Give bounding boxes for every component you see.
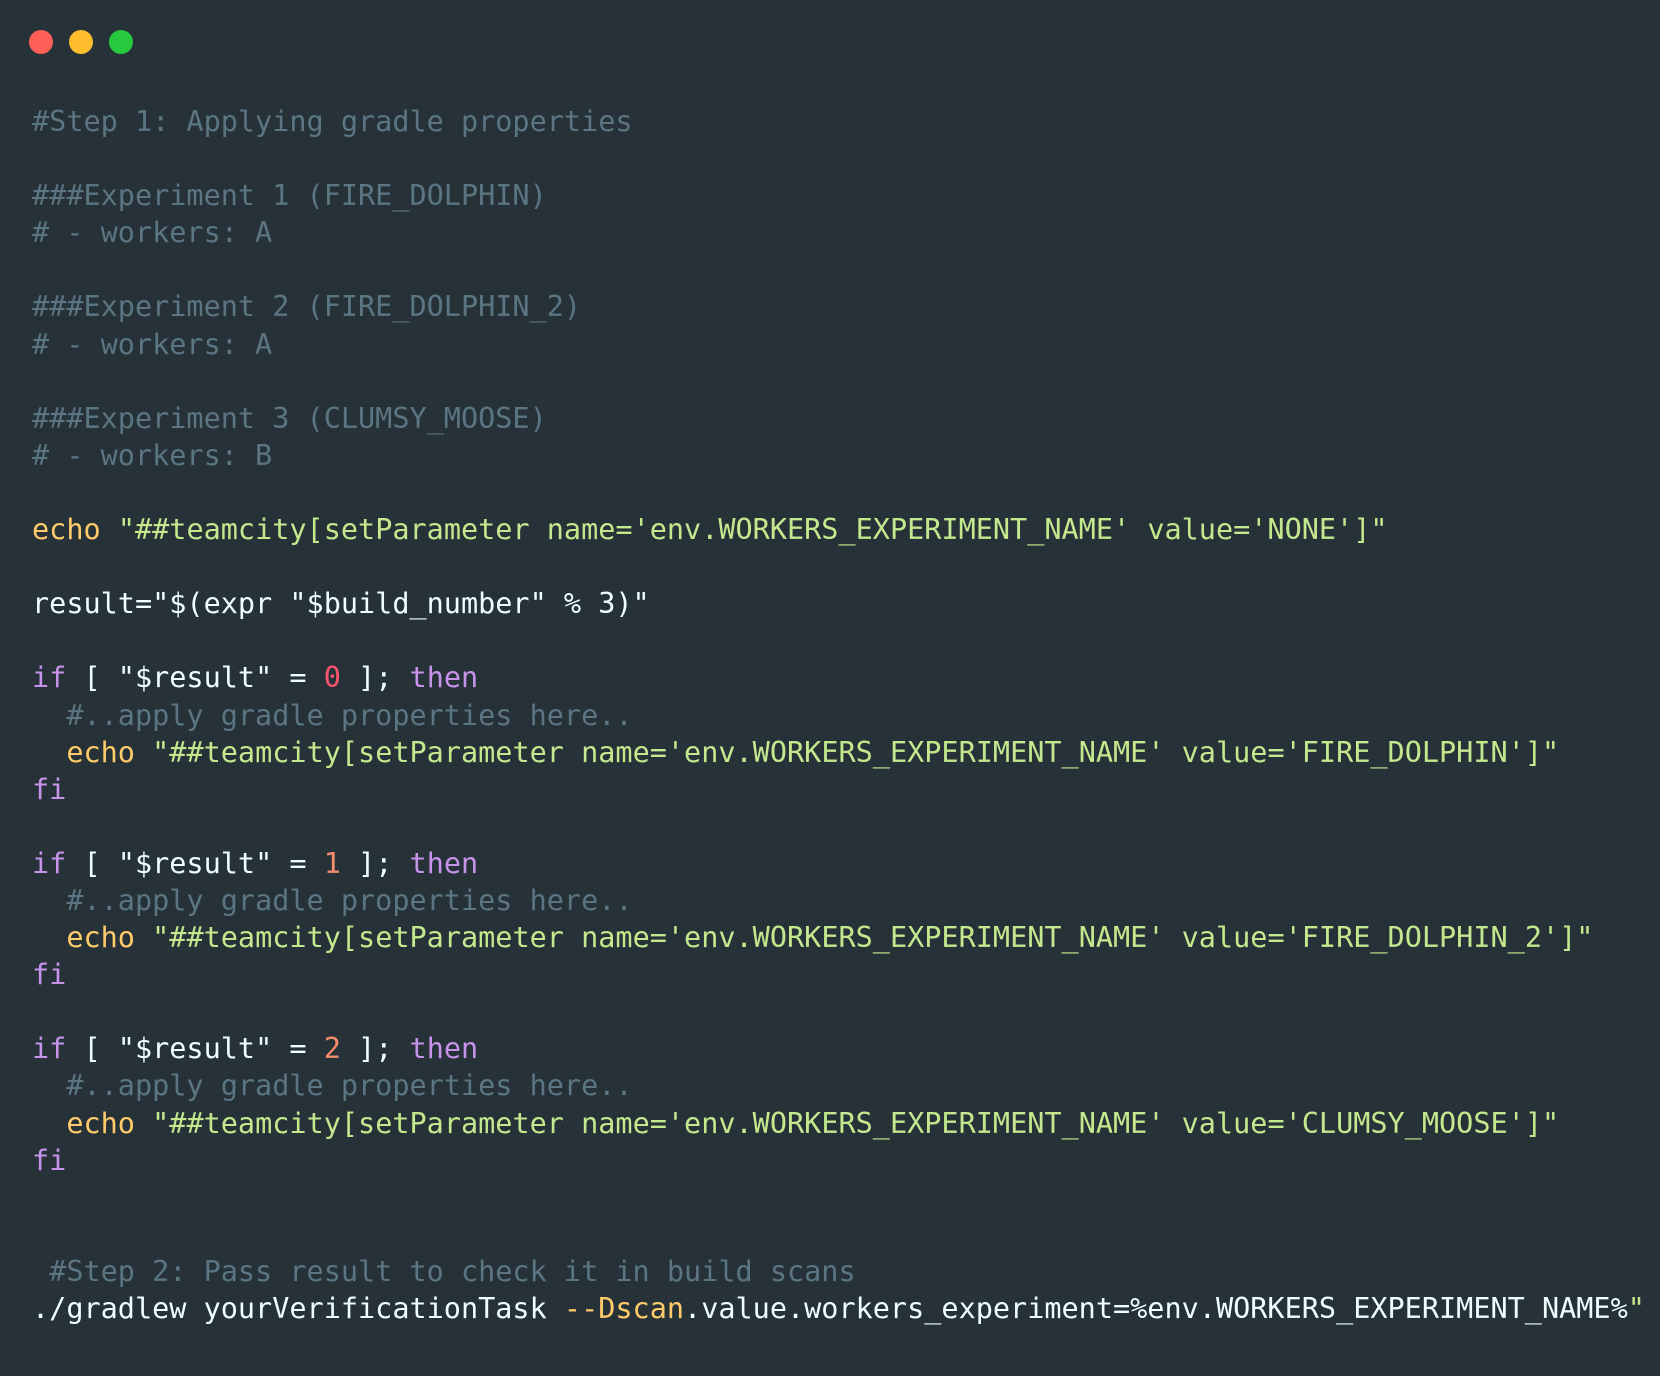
code-line: fi [32, 771, 1645, 808]
code-line: echo "##teamcity[setParameter name='env.… [32, 511, 1645, 548]
code-token: then [409, 1032, 479, 1066]
code-token: [ "$result" = [66, 661, 324, 695]
code-token: ###Experiment 3 (CLUMSY_MOOSE) [32, 401, 547, 435]
code-line: echo "##teamcity[setParameter name='env.… [32, 734, 1645, 771]
code-token: ]; [340, 1032, 410, 1066]
code-token: " [1627, 1292, 1645, 1325]
code-line: if [ "$result" = 1 ]; then [32, 845, 1645, 882]
code-line: ./gradlew yourVerificationTask --Dscan.v… [32, 1290, 1645, 1327]
code-line: fi [32, 956, 1645, 993]
maximize-button[interactable] [109, 30, 133, 54]
code-token: #Step 1: Applying gradle properties [32, 105, 633, 138]
code-token: ]; [340, 846, 410, 880]
code-line: #..apply gradle properties here.. [32, 697, 1645, 734]
code-line: # - workers: A [32, 214, 1645, 251]
close-button[interactable] [29, 30, 53, 54]
code-window: #Step 1: Applying gradle properties ###E… [0, 0, 1660, 1376]
code-token: [ "$result" = [66, 1032, 324, 1066]
code-token: "##teamcity[setParameter name='env.WORKE… [117, 513, 1388, 547]
code-token: fi [32, 772, 67, 806]
code-token: echo [32, 513, 101, 547]
code-token: ]; [340, 661, 410, 695]
code-token: "##teamcity[setParameter name='env.WORKE… [152, 921, 1594, 955]
code-line: ###Experiment 2 (FIRE_DOLPHIN_2) [32, 288, 1645, 325]
code-token: # - workers: B [32, 438, 273, 472]
code-token: 1 [323, 846, 341, 880]
code-line: fi [32, 1142, 1645, 1179]
code-line: if [ "$result" = 2 ]; then [32, 1030, 1645, 1067]
window-controls [29, 30, 133, 54]
code-token: if [32, 661, 67, 695]
code-token: echo [66, 1106, 135, 1140]
code-token: #..apply gradle properties here.. [32, 698, 633, 732]
code-line: ###Experiment 1 (FIRE_DOLPHIN) [32, 177, 1645, 214]
code-line: #Step 2: Pass result to check it in buil… [32, 1253, 1645, 1290]
code-line: #Step 1: Applying gradle properties [32, 103, 1645, 140]
code-token: then [409, 661, 479, 695]
code-token: #Step 2: Pass result to check it in buil… [32, 1254, 856, 1288]
code-token: "##teamcity[setParameter name='env.WORKE… [152, 1106, 1560, 1140]
code-token: ###Experiment 1 (FIRE_DOLPHIN) [32, 179, 547, 213]
code-token: # - workers: A [32, 216, 273, 250]
code-token: then [409, 846, 479, 880]
code-token: #..apply gradle properties here.. [32, 883, 633, 917]
code-line: ###Experiment 3 (CLUMSY_MOOSE) [32, 400, 1645, 437]
code-line: if [ "$result" = 0 ]; then [32, 659, 1645, 696]
code-token: "##teamcity[setParameter name='env.WORKE… [152, 735, 1560, 769]
code-token: ./gradlew yourVerificationTask [32, 1292, 564, 1325]
code-token: #..apply gradle properties here.. [32, 1069, 633, 1103]
code-token: 0 [323, 661, 341, 695]
code-token: # - workers: A [32, 327, 273, 361]
minimize-button[interactable] [69, 30, 93, 54]
code-block: #Step 1: Applying gradle properties ###E… [32, 103, 1645, 1327]
code-line: echo "##teamcity[setParameter name='env.… [32, 919, 1645, 956]
code-token: if [32, 846, 67, 880]
code-line: # - workers: B [32, 437, 1645, 474]
code-token: 2 [323, 1032, 341, 1066]
code-line: echo "##teamcity[setParameter name='env.… [32, 1105, 1645, 1142]
code-line: #..apply gradle properties here.. [32, 1067, 1645, 1104]
code-token: if [32, 1032, 67, 1066]
code-token: --Dscan [563, 1292, 685, 1325]
code-line: result="$(expr "$build_number" % 3)" [32, 585, 1645, 622]
code-token: result="$(expr "$build_number" % 3)" [32, 587, 650, 621]
code-token: fi [32, 1143, 67, 1177]
code-token: .value.workers_experiment=%env.WORKERS_E… [684, 1292, 1628, 1325]
code-token: echo [66, 921, 135, 955]
code-token: echo [66, 735, 135, 769]
code-token: ###Experiment 2 (FIRE_DOLPHIN_2) [32, 290, 582, 324]
code-token: fi [32, 958, 67, 992]
code-line: # - workers: A [32, 326, 1645, 363]
code-line: #..apply gradle properties here.. [32, 882, 1645, 919]
code-token: [ "$result" = [66, 846, 324, 880]
